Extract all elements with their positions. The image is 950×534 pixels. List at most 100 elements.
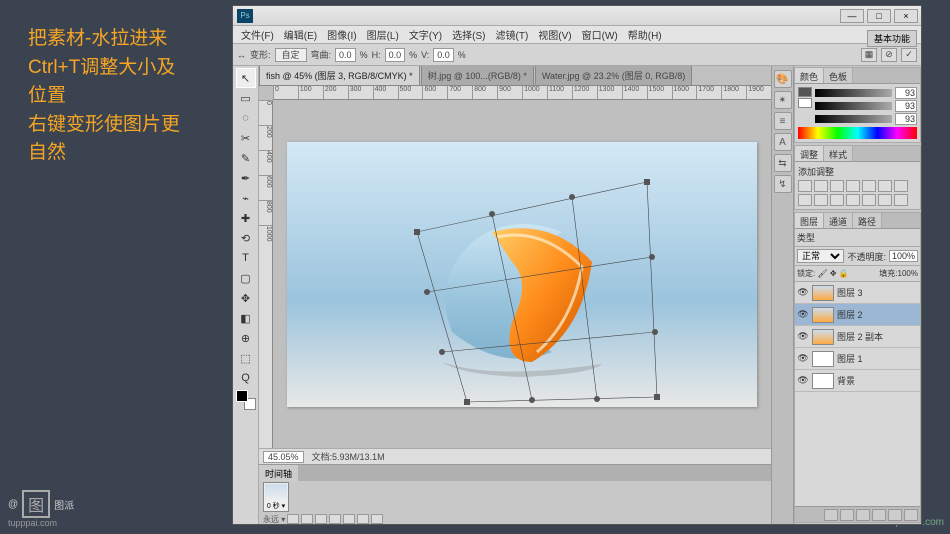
cancel-transform-button[interactable]: ⊘ — [881, 48, 897, 62]
adjust-icon[interactable] — [846, 180, 860, 192]
canvas-area[interactable] — [273, 100, 771, 448]
adjust-layer-button[interactable] — [856, 509, 870, 521]
tl-next-button[interactable] — [329, 514, 341, 524]
timeline-tab[interactable]: 时间轴 — [259, 465, 298, 482]
mask-button[interactable] — [840, 509, 854, 521]
adjust-icon[interactable] — [846, 194, 860, 206]
tool-crop[interactable]: ✂ — [236, 128, 256, 148]
close-button[interactable]: × — [894, 9, 918, 23]
fx-button[interactable] — [824, 509, 838, 521]
layer-row[interactable]: 👁图层 2 — [795, 304, 920, 326]
strip-history-icon[interactable]: ⇆ — [774, 154, 792, 172]
adjust-icon[interactable] — [814, 194, 828, 206]
visibility-icon[interactable]: 👁 — [797, 309, 809, 320]
doc-tab[interactable]: Water.jpg @ 23.2% (图层 0, RGB/8) — [535, 66, 692, 85]
menu-help[interactable]: 帮助(H) — [624, 26, 666, 43]
adjust-icon[interactable] — [798, 194, 812, 206]
tool-heal[interactable]: ✚ — [236, 208, 256, 228]
zoom-level[interactable]: 45.05% — [263, 451, 304, 463]
visibility-icon[interactable]: 👁 — [797, 331, 809, 342]
r-slider[interactable] — [815, 89, 892, 97]
layer-row[interactable]: 👁背景 — [795, 370, 920, 392]
g-slider[interactable] — [815, 102, 892, 110]
adjust-icon[interactable] — [862, 194, 876, 206]
warp-mode-select[interactable]: 自定 — [275, 48, 307, 62]
h-input[interactable]: 0.0 — [385, 48, 406, 62]
tab-layers[interactable]: 图层 — [795, 213, 824, 228]
menu-window[interactable]: 窗口(W) — [578, 26, 622, 43]
adjust-icon[interactable] — [878, 180, 892, 192]
adjust-icon[interactable] — [894, 180, 908, 192]
tool-eraser[interactable]: ⟲ — [236, 228, 256, 248]
tool-shape[interactable]: ▢ — [236, 268, 256, 288]
timeline-frame[interactable]: 0 秒 ▾ — [263, 482, 289, 512]
new-layer-button[interactable] — [888, 509, 902, 521]
fill-input[interactable]: 100% — [898, 269, 918, 278]
strip-actions-icon[interactable]: ↯ — [774, 175, 792, 193]
strip-swatch-icon[interactable]: ✴ — [774, 91, 792, 109]
minimize-button[interactable]: — — [840, 9, 864, 23]
commit-transform-button[interactable]: ✓ — [901, 48, 917, 62]
r-value[interactable]: 93 — [895, 87, 917, 99]
tl-new-button[interactable] — [357, 514, 369, 524]
loop-select[interactable]: 永远 ▾ — [263, 514, 285, 525]
delete-layer-button[interactable] — [904, 509, 918, 521]
ruler-vertical[interactable]: 02004006008001000 — [259, 100, 273, 448]
tool-artboard[interactable]: ⬚ — [236, 348, 256, 368]
strip-adjust-icon[interactable]: ≡ — [774, 112, 792, 130]
bend-input[interactable]: 0.0 — [335, 48, 356, 62]
canvas[interactable] — [287, 142, 757, 407]
doc-tab[interactable]: 树.jpg @ 100...(RGB/8) * — [421, 66, 534, 85]
adjust-icon[interactable] — [894, 194, 908, 206]
transform-icon[interactable]: ↔ — [237, 50, 246, 60]
v-input[interactable]: 0.0 — [433, 48, 454, 62]
tab-adjust[interactable]: 调整 — [795, 146, 824, 161]
tl-delete-button[interactable] — [371, 514, 383, 524]
adjust-icon[interactable] — [814, 180, 828, 192]
tool-lasso[interactable]: ◌ — [236, 108, 256, 128]
tab-swatches[interactable]: 色板 — [824, 68, 853, 83]
tool-type[interactable]: T — [236, 248, 256, 268]
layer-row[interactable]: 👁图层 2 副本 — [795, 326, 920, 348]
tool-move[interactable]: ↖ — [236, 68, 256, 88]
tl-first-button[interactable] — [287, 514, 299, 524]
tool-zoom[interactable]: ⊕ — [236, 328, 256, 348]
menu-image[interactable]: 图像(I) — [323, 26, 360, 43]
adjust-icon[interactable] — [830, 180, 844, 192]
tab-channels[interactable]: 通道 — [824, 213, 853, 228]
tool-eyedropper[interactable]: ✎ — [236, 148, 256, 168]
tl-play-button[interactable] — [315, 514, 327, 524]
blend-mode-select[interactable]: 正常 — [797, 249, 844, 263]
tab-paths[interactable]: 路径 — [853, 213, 882, 228]
workspace-switcher[interactable]: 基本功能 — [867, 30, 917, 46]
color-fgbg[interactable] — [798, 87, 812, 125]
tool-marquee[interactable]: ▭ — [236, 88, 256, 108]
strip-color-icon[interactable]: 🎨 — [774, 70, 792, 88]
menu-file[interactable]: 文件(F) — [237, 26, 278, 43]
menu-view[interactable]: 视图(V) — [534, 26, 575, 43]
adjust-icon[interactable] — [878, 194, 892, 206]
warp-grid-icon[interactable]: ▦ — [861, 48, 877, 62]
doc-tab-active[interactable]: fish @ 45% (图层 3, RGB/8/CMYK) * — [259, 66, 420, 85]
tl-last-button[interactable] — [343, 514, 355, 524]
adjust-icon[interactable] — [830, 194, 844, 206]
tool-stamp[interactable]: ⌁ — [236, 188, 256, 208]
menu-layer[interactable]: 图层(L) — [363, 26, 403, 43]
visibility-icon[interactable]: 👁 — [797, 287, 809, 298]
visibility-icon[interactable]: 👁 — [797, 375, 809, 386]
ruler-horizontal[interactable]: 0100200300400500600700800900100011001200… — [273, 86, 771, 100]
lock-buttons[interactable]: 🖌 ✥ 🔒 — [817, 269, 848, 278]
warp-grid[interactable] — [397, 172, 667, 412]
tool-brush[interactable]: ✒ — [236, 168, 256, 188]
opacity-input[interactable]: 100% — [889, 250, 918, 262]
b-slider[interactable] — [815, 115, 892, 123]
g-value[interactable]: 93 — [895, 100, 917, 112]
tool-hand[interactable]: ✥ — [236, 288, 256, 308]
layer-filter-kind[interactable]: 类型 — [797, 231, 815, 244]
menu-text[interactable]: 文字(Y) — [405, 26, 446, 43]
tab-color[interactable]: 颜色 — [795, 68, 824, 83]
menu-filter[interactable]: 滤镜(T) — [492, 26, 533, 43]
menu-edit[interactable]: 编辑(E) — [280, 26, 321, 43]
tool-gradient[interactable]: ◧ — [236, 308, 256, 328]
color-spectrum[interactable] — [798, 127, 917, 139]
